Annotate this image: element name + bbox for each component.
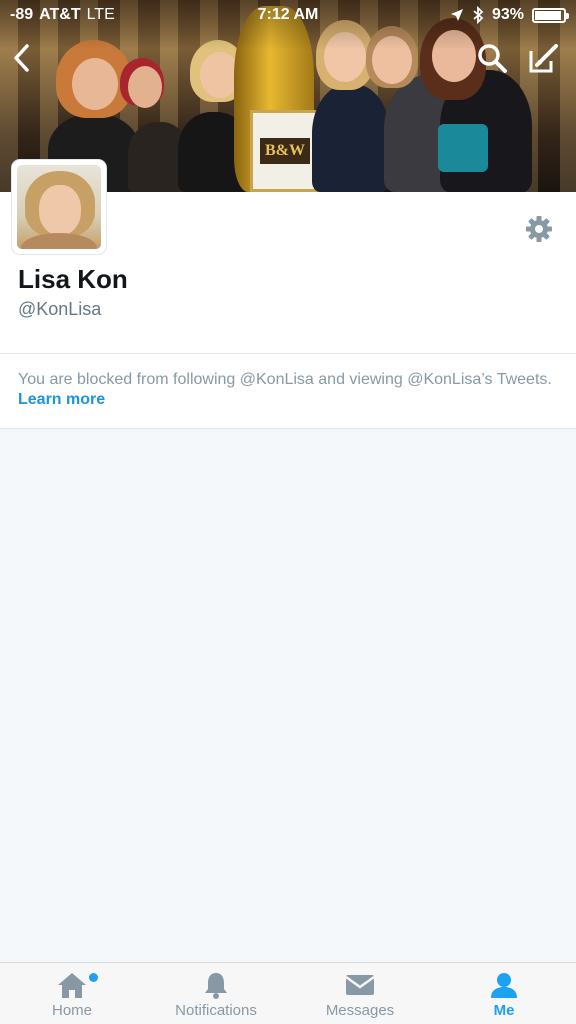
tab-messages[interactable]: Messages <box>288 963 432 1024</box>
profile-name: Lisa Kon <box>18 264 128 294</box>
learn-more-link[interactable]: Learn more <box>18 391 105 408</box>
compose-icon <box>529 44 558 73</box>
tab-me-label: Me <box>493 1002 515 1019</box>
blocked-notice: You are blocked from following @KonLisa … <box>0 354 576 428</box>
banner-top <box>438 124 488 172</box>
gear-icon[interactable] <box>524 214 554 244</box>
avatar-image <box>17 165 101 249</box>
tab-notifications[interactable]: Notifications <box>144 963 288 1024</box>
tab-home-label: Home <box>51 1002 92 1019</box>
avatar-face <box>39 185 81 235</box>
location-icon <box>450 9 463 21</box>
banner-face <box>128 66 162 108</box>
chevron-left-icon <box>14 44 29 72</box>
home-icon <box>58 973 86 998</box>
status-bar: -89 AT&T LTE 7:12 AM 93% <box>0 0 576 30</box>
empty-content-area <box>0 429 576 962</box>
carrier: AT&T <box>39 6 81 23</box>
home-badge <box>89 973 98 982</box>
tab-me[interactable]: Me <box>432 963 576 1024</box>
profile-handle: @KonLisa <box>18 299 102 319</box>
banner-sign-text: B&W <box>260 138 310 164</box>
person-icon <box>491 973 517 998</box>
tab-messages-label: Messages <box>325 1002 395 1019</box>
search-button[interactable] <box>472 38 512 78</box>
banner-face <box>72 58 118 110</box>
compose-button[interactable] <box>524 38 564 78</box>
banner-sign: B&W <box>250 110 320 192</box>
tab-home[interactable]: Home <box>0 963 144 1024</box>
network-type: LTE <box>86 6 115 23</box>
avatar[interactable] <box>12 160 106 254</box>
banner-person <box>312 84 390 192</box>
search-icon <box>478 44 507 73</box>
tab-bar: Home Notifications Messages Me <box>0 962 576 1024</box>
envelope-icon <box>345 975 375 995</box>
avatar-shoulders <box>21 233 97 249</box>
signal-strength: -89 <box>10 6 34 23</box>
back-button[interactable] <box>2 38 42 78</box>
battery-icon <box>532 7 569 23</box>
bluetooth-icon <box>473 6 484 24</box>
battery-percent: 93% <box>491 6 524 23</box>
battery-fill <box>535 10 562 20</box>
bell-icon <box>205 973 227 999</box>
blocked-notice-text: You are blocked from following @KonLisa … <box>18 371 552 388</box>
tab-notifications-label: Notifications <box>175 1002 257 1019</box>
